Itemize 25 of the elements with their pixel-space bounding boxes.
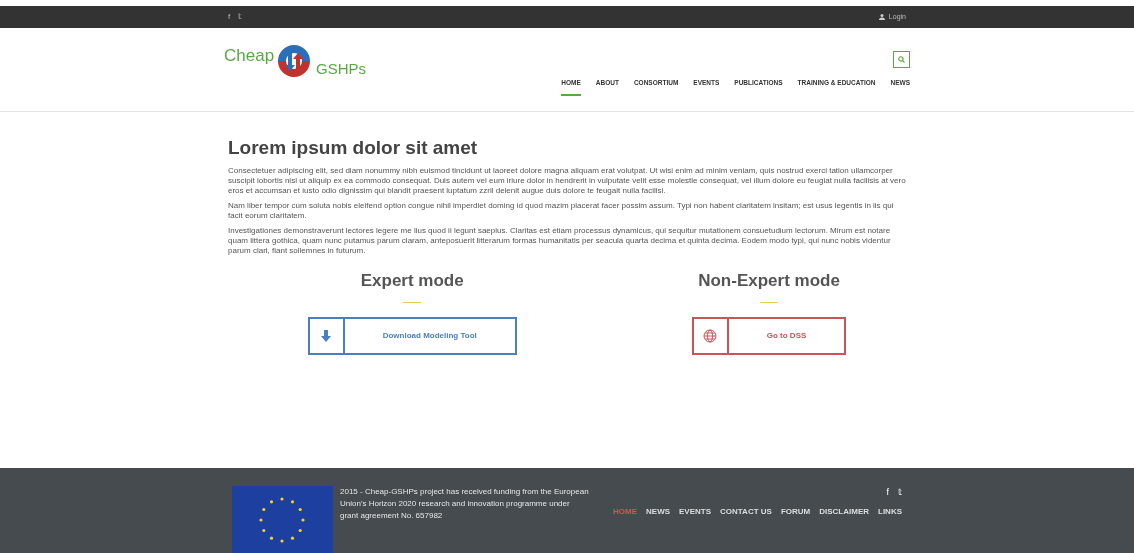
user-icon <box>878 14 885 20</box>
paragraph: Nam liber tempor cum soluta nobis eleifend option congue nihil imperdiet doming id quod mazim placerat facer possim assum. Typi non habent claritatem insitam; est usus legentis in iis qui facit eorum claritatem. <box>228 200 895 221</box>
footer-link[interactable]: EVENTS <box>679 505 712 518</box>
mode-title: Expert mode <box>360 269 464 292</box>
footer-link[interactable]: FORUM <box>780 505 811 518</box>
footer-link[interactable]: LINKS <box>878 505 902 518</box>
mode-title: Non-Expert mode <box>698 269 840 292</box>
social-link[interactable]: 𝕥 <box>898 486 902 500</box>
heading: Lorem ipsum dolor sit amet <box>228 136 479 160</box>
footer-link[interactable]: NEWS <box>646 505 670 518</box>
social-link[interactable]: f <box>228 11 231 23</box>
globe-icon <box>703 329 718 344</box>
paragraph: Investigationes demonstraverunt lectores legere me lius quod ii legunt saepius. Claritas est etiam processus dynamicus, qui sequitur mutationem consuetudium lectorum. Mirum est notare quam littera gothica, quam nunc putamus parum claram, anteposuerit litterarum formas humanitatis per seacula quarta decima et quinta decima. Eodem modo typi, qui nunc nobis videntur parum clari, fiant sollemnes in futurum. <box>228 225 892 256</box>
search-icon <box>898 56 905 63</box>
funding-text: 2015 - Cheap-GSHPs project has received funding from the European Union's Horizon 2020 research and innovation programme under grant agreement No. 657982 <box>340 486 590 522</box>
footer-link[interactable]: CONTACT US <box>720 505 772 518</box>
mode-button[interactable]: Download Modeling Tool <box>307 317 517 356</box>
paragraph: Consectetuer adipiscing elit, sed diam nonummy nibh euismod tincidunt ut laoreet dolore magna aliquam erat volutpat. Ut wisi enim ad minim veniam, quis nostrud exerci tation ullamcorper suscipit lobortis nisl ut aliquip ex ea commodo consequat. Duis autem vel eum iriure dolor in hendrerit in vulputate velit esse molestie consequat, vel illum dolore eu feugiat nulla facilisis at vero eros et accumsan et iusto odio dignissim qui blandit praesent luptatum zzril delenit augue duis dolore te feugait nulla facilisi. <box>228 165 906 196</box>
search-button[interactable] <box>893 51 910 68</box>
mode-button[interactable]: Go to DSS <box>691 317 847 356</box>
download-arrow-icon <box>321 330 332 343</box>
social-link[interactable]: f <box>886 486 889 500</box>
social-link[interactable]: 𝕥 <box>238 11 243 23</box>
eu-flag-icon <box>232 486 333 553</box>
footer-link[interactable]: DISCLAIMER <box>819 505 869 518</box>
